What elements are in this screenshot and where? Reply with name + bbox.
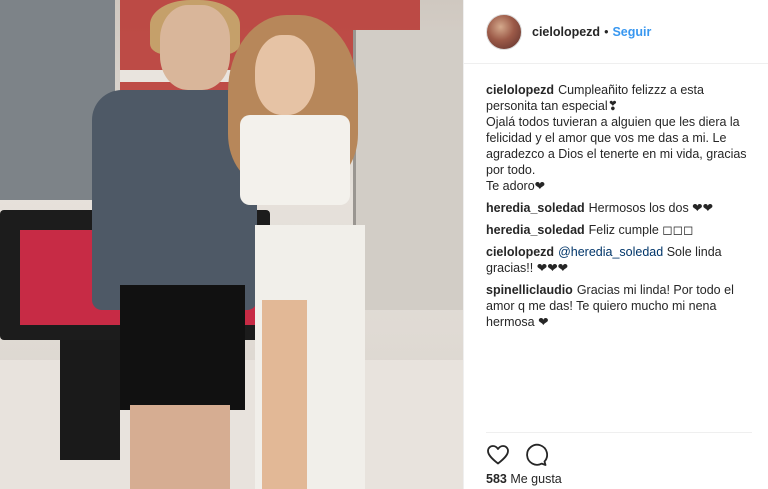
author-username[interactable]: cielolopezd xyxy=(532,25,600,39)
photo-man-legs xyxy=(130,405,230,489)
heart-icon[interactable] xyxy=(486,443,510,467)
comment-item: heredia_soledad Feliz cumple ◻◻◻ xyxy=(486,222,752,238)
comment-username[interactable]: cielolopezd xyxy=(486,83,554,97)
comment-username[interactable]: heredia_soledad xyxy=(486,223,585,237)
comment-username[interactable]: spinelliclaudio xyxy=(486,283,573,297)
post-photo[interactable] xyxy=(0,0,463,489)
comment-bubble-icon[interactable] xyxy=(524,443,548,467)
comment-mention-link[interactable]: @heredia_soledad xyxy=(558,245,663,259)
comments-list: cielolopezd Cumpleañito felizzz a esta pe… xyxy=(464,64,768,330)
likes-number: 583 xyxy=(486,472,507,486)
comment-username[interactable]: heredia_soledad xyxy=(486,201,585,215)
likes-count[interactable]: 583 Me gusta xyxy=(486,472,562,486)
photo-bg-glass-door xyxy=(353,30,463,310)
follow-button[interactable]: Seguir xyxy=(612,25,651,39)
comment-item: heredia_soledad Hermosos los dos ❤❤ xyxy=(486,200,752,216)
post-actions xyxy=(486,432,752,467)
header-separator: • xyxy=(604,24,609,39)
comment-username[interactable]: cielolopezd xyxy=(486,245,554,259)
comment-text: Hermosos los dos ❤❤ xyxy=(588,201,714,215)
comment-text: Cumpleañito felizzz a esta personita tan… xyxy=(486,83,747,193)
likes-label: Me gusta xyxy=(510,472,562,486)
comment-item: cielolopezd @heredia_soledad Sole linda g… xyxy=(486,244,752,276)
photo-woman-leg xyxy=(262,300,307,489)
author-avatar[interactable] xyxy=(486,13,522,50)
photo-man-shorts xyxy=(120,285,245,410)
post-header: cielolopezd • Seguir xyxy=(464,0,768,64)
instagram-post: cielolopezd • Seguir cielolopezd Cumpleañ… xyxy=(0,0,768,489)
photo-man-face xyxy=(160,5,230,90)
comment-item: cielolopezd Cumpleañito felizzz a esta pe… xyxy=(486,82,752,194)
photo-pool-table-leg xyxy=(60,340,120,460)
comment-item: spinelliclaudio Gracias mi linda! Por tod… xyxy=(486,282,752,330)
photo-woman-top xyxy=(240,115,350,205)
post-sidebar: cielolopezd • Seguir cielolopezd Cumpleañ… xyxy=(463,0,768,489)
photo-woman-face xyxy=(255,35,315,115)
comment-text: Feliz cumple ◻◻◻ xyxy=(588,223,694,237)
